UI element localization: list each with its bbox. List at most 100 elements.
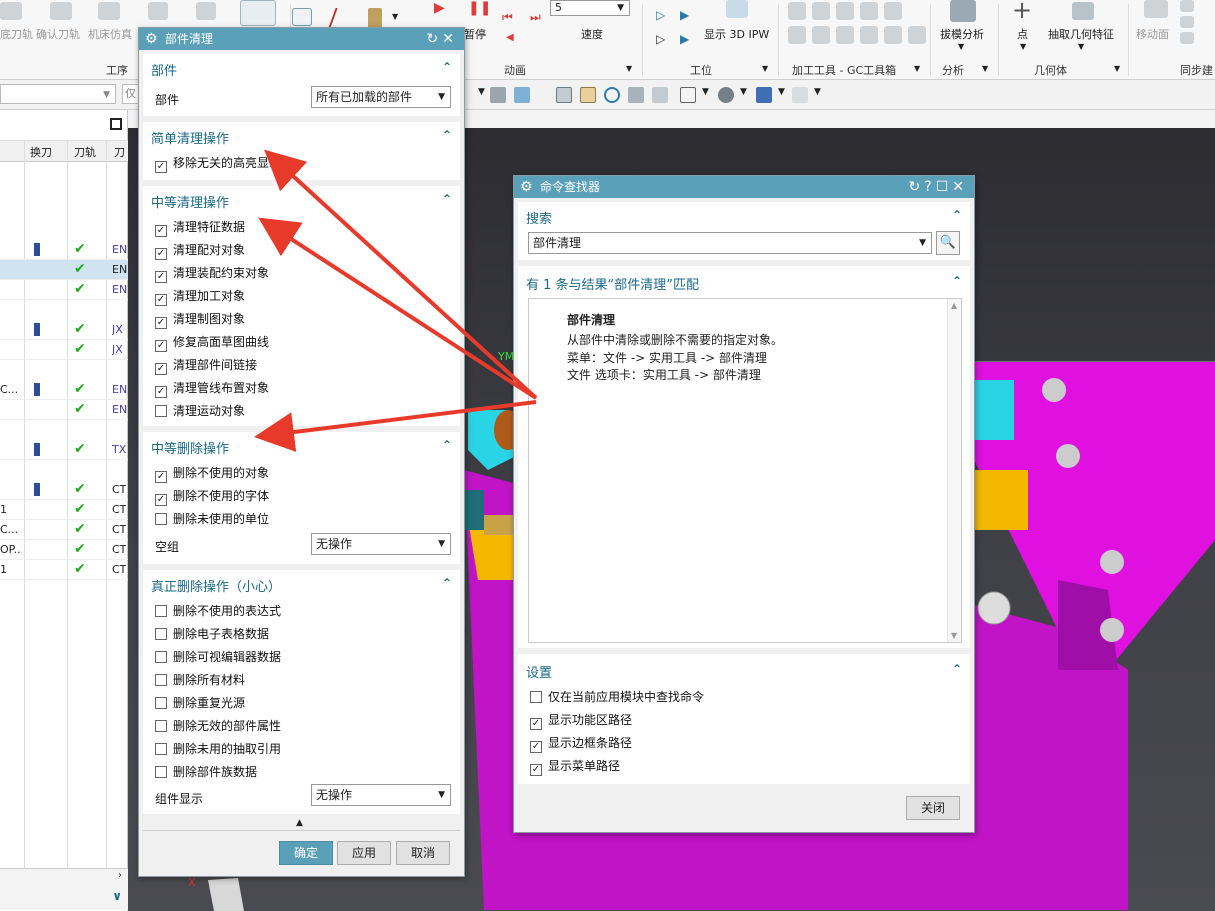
sync-2-icon[interactable] <box>1180 16 1194 28</box>
visibility-dropdown-icon[interactable]: ▼ <box>814 87 821 97</box>
search-input[interactable]: 部件清理 ▼ <box>528 232 932 254</box>
checkbox-unchecked-icon[interactable] <box>155 405 167 417</box>
section-medium-delete-header[interactable]: 中等删除操作 <box>151 438 229 457</box>
checkbox-checked-icon[interactable]: ✓ <box>155 317 167 329</box>
checkbox-unchecked-icon[interactable] <box>155 743 167 755</box>
medium-cleanup-checkbox[interactable]: ✓ 清理配对对象 <box>155 241 245 260</box>
scroll-right-icon[interactable]: › <box>118 870 122 881</box>
table-row[interactable]: ✔ EN <box>0 240 128 260</box>
step-forward-icon[interactable]: ⏭ <box>530 10 541 25</box>
checkbox-unchecked-icon[interactable] <box>155 697 167 709</box>
checkbox-checked-icon[interactable]: ✓ <box>155 363 167 375</box>
medium-cleanup-checkbox[interactable]: ✓ 清理制图对象 <box>155 310 245 329</box>
machine-sim-icon[interactable] <box>98 2 120 20</box>
finder-setting-checkbox[interactable]: 仅在当前应用模块中查找命令 <box>530 688 704 705</box>
table-row[interactable]: C... ✔ CT <box>0 520 128 540</box>
checkbox-unchecked-icon[interactable] <box>155 720 167 732</box>
true-delete-checkbox[interactable]: 删除可视编辑器数据 <box>155 648 281 665</box>
empty-group-select[interactable]: 无操作 ▼ <box>311 533 451 555</box>
table-row[interactable]: ✔ EN <box>0 280 128 300</box>
collapse-icon[interactable]: ⌃ <box>442 192 452 206</box>
verify-toolpath-icon[interactable] <box>50 2 72 20</box>
snap-dropdown-icon[interactable]: ▼ <box>478 87 485 97</box>
table-row[interactable]: 1 ✔ CT <box>0 560 128 580</box>
true-delete-checkbox[interactable]: 删除所有材料 <box>155 671 245 688</box>
point-icon[interactable]: + <box>1012 0 1032 24</box>
checkbox-checked-icon[interactable]: ✓ <box>530 741 542 753</box>
checkbox-checked-icon[interactable]: ✓ <box>155 271 167 283</box>
medium-delete-checkbox[interactable]: ✓ 删除不使用的字体 <box>155 487 269 506</box>
finder-setting-checkbox[interactable]: ✓ 显示菜单路径 <box>530 757 620 776</box>
medium-cleanup-checkbox[interactable]: ✓ 清理加工对象 <box>155 287 245 306</box>
point-dropdown-icon[interactable]: ▼ <box>1020 42 1026 51</box>
draft-analysis-icon[interactable] <box>950 0 976 22</box>
part-cleanup-titlebar[interactable]: ⚙ 部件清理 ↻✕ <box>139 28 464 50</box>
true-delete-checkbox[interactable]: 删除无效的部件属性 <box>155 717 281 734</box>
col-tool-change[interactable]: 换刀 <box>30 144 52 160</box>
tool-dropdown-icon[interactable]: ▼ <box>392 12 398 21</box>
medium-cleanup-checkbox[interactable]: ✓ 清理特征数据 <box>155 218 245 237</box>
checkbox-checked-icon[interactable]: ✓ <box>155 340 167 352</box>
scroll-down-icon[interactable]: ▼ <box>951 631 957 640</box>
table-row[interactable]: ✔ TX <box>0 440 128 460</box>
checkbox-unchecked-icon[interactable] <box>155 628 167 640</box>
checkbox-checked-icon[interactable]: ✓ <box>155 494 167 506</box>
checkbox-unchecked-icon[interactable] <box>155 766 167 778</box>
checkbox-checked-icon[interactable]: ✓ <box>155 386 167 398</box>
finder-setting-checkbox[interactable]: ✓ 显示边框条路径 <box>530 734 632 753</box>
true-delete-checkbox[interactable]: 删除重复光源 <box>155 694 245 711</box>
true-delete-checkbox[interactable]: 删除不使用的表达式 <box>155 602 281 619</box>
section-part-header[interactable]: 部件 <box>151 60 177 79</box>
ipw-show-icon[interactable]: ▷ <box>656 8 665 22</box>
station-dropdown-icon[interactable]: ▼ <box>762 64 768 73</box>
scroll-up-icon[interactable]: ▲ <box>951 301 957 310</box>
h-scrollbar[interactable]: › <box>0 868 128 886</box>
results-scrollbar[interactable]: ▲ ▼ <box>947 299 961 642</box>
checkbox-checked-icon[interactable]: ✓ <box>155 294 167 306</box>
extract-geometry-label[interactable]: 抽取几何特征 <box>1048 26 1114 42</box>
checkbox-checked-icon[interactable]: ✓ <box>155 248 167 260</box>
gc-tool-7-icon[interactable] <box>812 26 830 44</box>
section-true-delete-header[interactable]: 真正删除操作（小心） <box>151 576 281 595</box>
render-style-icon[interactable] <box>718 87 734 103</box>
shop-doc-icon[interactable] <box>240 0 276 26</box>
list-icon[interactable] <box>196 2 216 20</box>
layout-dropdown-icon[interactable]: ▼ <box>702 87 709 97</box>
zoom-icon[interactable] <box>580 87 596 103</box>
gc-tool-1-icon[interactable] <box>788 2 806 20</box>
extract-dropdown-icon[interactable]: ▼ <box>1078 42 1084 51</box>
col-toolpath[interactable]: 刀轨 <box>74 144 96 160</box>
true-delete-checkbox[interactable]: 删除电子表格数据 <box>155 625 269 642</box>
point-label[interactable]: 点 <box>1017 26 1028 42</box>
analysis-dropdown-icon[interactable]: ▼ <box>982 64 988 73</box>
search-header[interactable]: 搜索 <box>526 208 552 227</box>
gc-tool-5-icon[interactable] <box>884 2 902 20</box>
command-finder-titlebar[interactable]: ⚙ 命令查找器 ↻?☐✕ <box>514 176 974 198</box>
collapse-icon[interactable]: ⌃ <box>442 438 452 452</box>
collapse-icon[interactable]: ⌃ <box>442 128 452 142</box>
medium-delete-checkbox[interactable]: 删除未使用的单位 <box>155 510 269 527</box>
checkbox-unchecked-icon[interactable] <box>155 605 167 617</box>
extract-geometry-icon[interactable] <box>1072 2 1094 20</box>
visibility-icon[interactable] <box>792 87 808 103</box>
table-row[interactable]: ✔ JX <box>0 320 128 340</box>
close-icon[interactable]: ✕ <box>442 31 458 47</box>
settings-header[interactable]: 设置 <box>526 662 552 681</box>
ipw-3d-icon[interactable] <box>726 0 748 18</box>
table-row[interactable]: ✔ CT <box>0 480 128 500</box>
checkbox-unchecked-icon[interactable] <box>155 674 167 686</box>
gc-tool-10-icon[interactable] <box>884 26 902 44</box>
sync-3-icon[interactable] <box>1180 32 1194 44</box>
view-cube-icon[interactable] <box>514 87 530 103</box>
table-row[interactable]: ✔ EN <box>0 260 128 280</box>
geometry-dropdown-icon[interactable]: ▼ <box>1114 64 1120 73</box>
tool-icon[interactable] <box>368 8 382 28</box>
type-filter-select[interactable]: ▼ <box>0 84 116 104</box>
close-button[interactable]: 关闭 <box>906 796 960 820</box>
rewind-icon[interactable]: ◀ <box>506 32 514 43</box>
speed-select[interactable]: 5 ▼ <box>550 0 630 16</box>
col-tool[interactable]: 刀 <box>114 144 125 160</box>
search-button[interactable]: 🔍 <box>936 231 960 255</box>
medium-cleanup-checkbox[interactable]: ✓ 清理装配约束对象 <box>155 264 269 283</box>
checkbox-unchecked-icon[interactable] <box>155 513 167 525</box>
